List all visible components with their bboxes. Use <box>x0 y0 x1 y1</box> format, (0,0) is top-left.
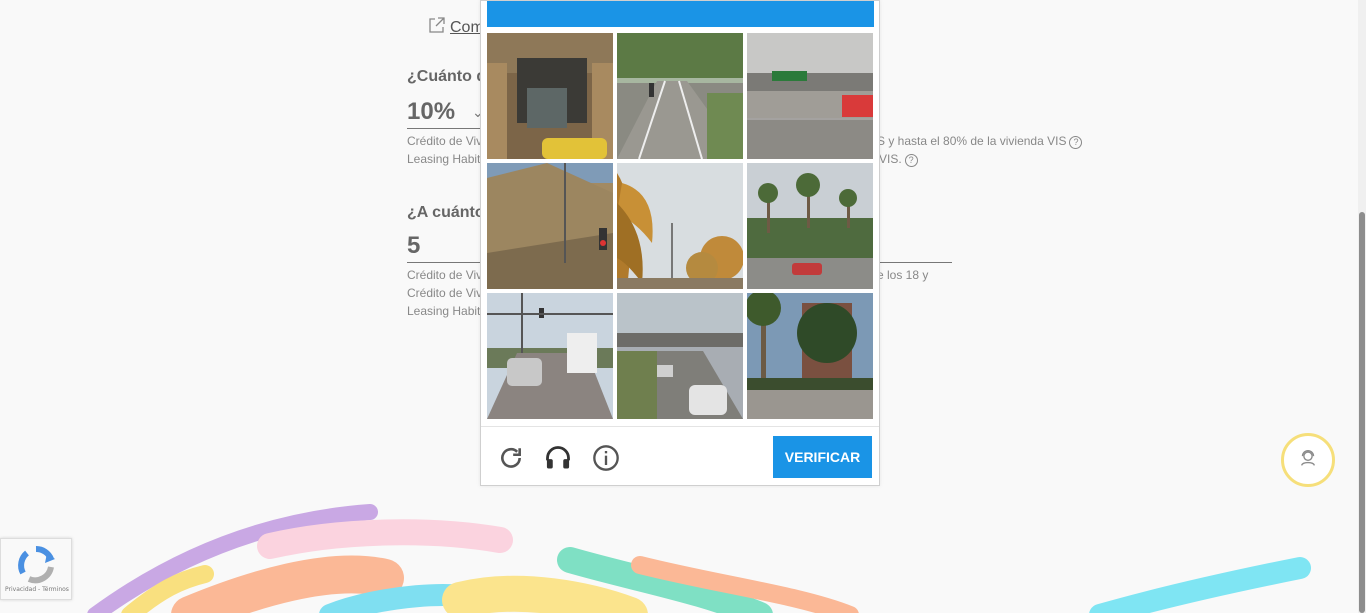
external-link-icon <box>428 16 446 39</box>
tile-overpass[interactable] <box>747 33 873 159</box>
help-text: VIS.? <box>879 150 918 168</box>
help-question-icon[interactable]: ? <box>904 154 918 167</box>
info-icon[interactable] <box>591 443 621 473</box>
input-underline-left <box>407 262 481 263</box>
help-text: Crédito de Viv <box>407 134 483 148</box>
captcha-header <box>487 1 874 27</box>
help-text: Crédito de Viv <box>407 286 483 300</box>
recaptcha-logo-icon <box>15 545 57 590</box>
help-text-continuation: e los 18 y <box>877 268 929 282</box>
support-agent-icon <box>1297 447 1319 474</box>
recaptcha-privacy-terms[interactable]: Privacidad - Términos <box>5 586 69 593</box>
tile-palm-sidewalk[interactable] <box>747 293 873 419</box>
decorative-stripes <box>87 504 1311 613</box>
refresh-icon[interactable] <box>496 443 526 473</box>
captcha-image-grid <box>487 33 875 421</box>
question-percentage-label: ¿Cuánto d <box>407 68 487 85</box>
input-underline-right <box>877 262 952 263</box>
captcha-footer-divider <box>481 426 879 427</box>
recaptcha-badge[interactable]: Privacidad - Términos <box>0 538 72 600</box>
external-link[interactable]: Com <box>428 16 484 39</box>
help-text-continuation: S y hasta el 80% de la vivienda VIS <box>877 134 1067 148</box>
tile-palm-tree[interactable] <box>617 163 743 289</box>
help-text: Leasing Habit <box>407 304 481 318</box>
help-text: Leasing Habit <box>407 152 481 166</box>
tile-intersection-truck[interactable] <box>487 293 613 419</box>
percentage-select[interactable]: 10% <box>407 98 455 126</box>
support-chat-button[interactable] <box>1281 433 1335 487</box>
tile-freeway-overpass[interactable] <box>617 293 743 419</box>
years-input[interactable]: 5 <box>407 232 420 260</box>
tile-storefront[interactable] <box>487 33 613 159</box>
help-text: S y hasta el 80% de la vivienda VIS? <box>877 132 1083 150</box>
verify-button[interactable]: VERIFICAR <box>773 436 872 478</box>
tile-bike-path[interactable] <box>617 33 743 159</box>
external-link-label: Com <box>450 18 484 36</box>
tile-hillside[interactable] <box>487 163 613 289</box>
help-question-icon[interactable]: ? <box>1069 136 1083 149</box>
help-text: Crédito de Viv <box>407 268 483 282</box>
tile-palm-street[interactable] <box>747 163 873 289</box>
question-years-label: ¿A cuánto <box>407 204 485 221</box>
help-text-continuation: VIS. <box>879 152 902 166</box>
captcha-dialog: VERIFICAR <box>480 0 880 486</box>
select-underline <box>407 128 481 129</box>
headphones-icon[interactable] <box>543 443 573 473</box>
